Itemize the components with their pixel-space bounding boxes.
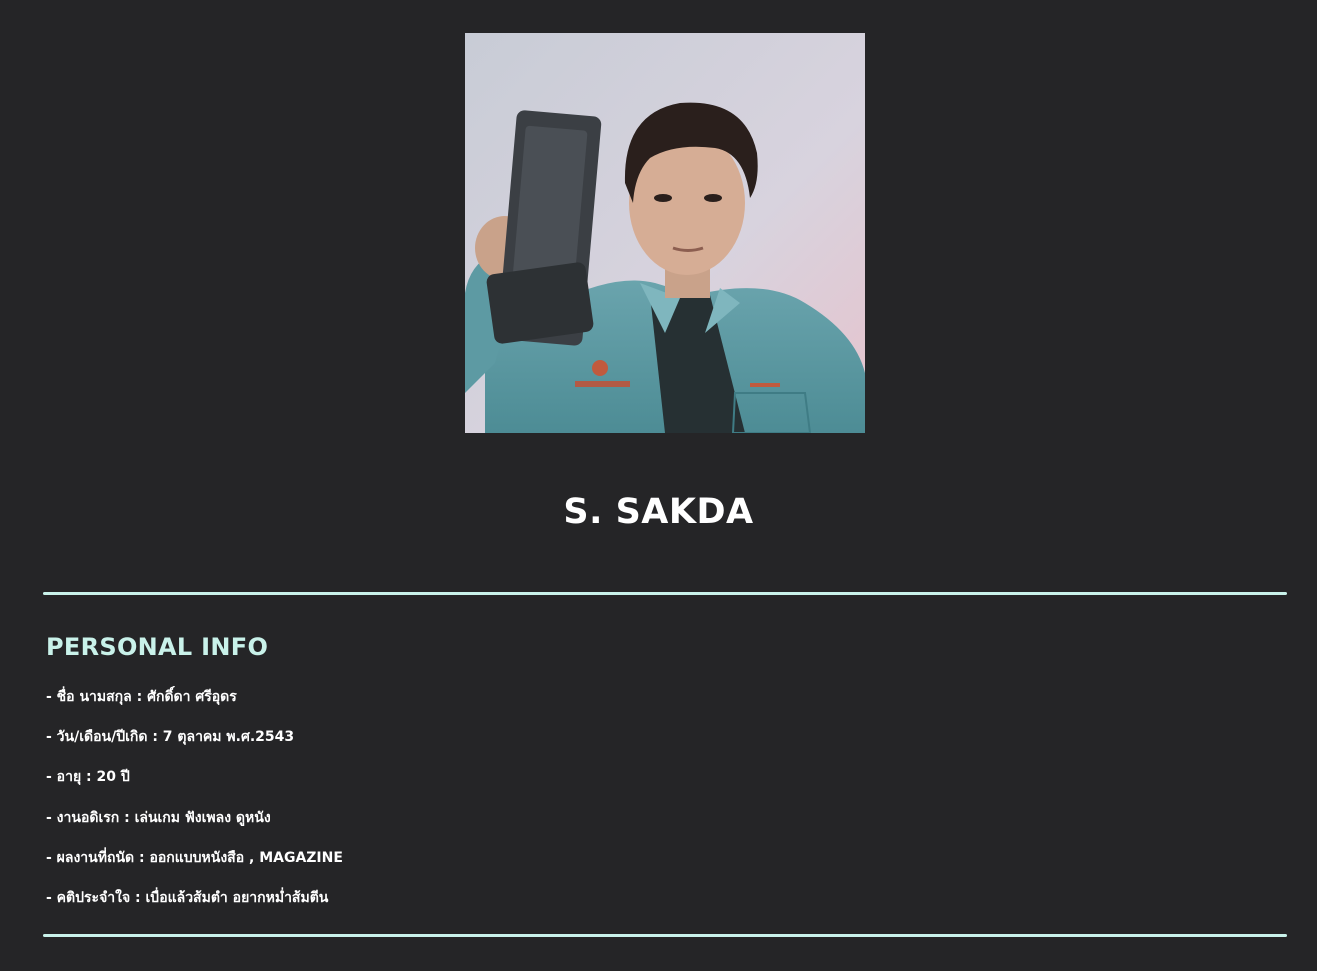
info-item-birthdate: - วัน/เดือน/ปีเกิด : 7 ตุลาคม พ.ศ.2543: [46, 729, 295, 746]
info-item-fullname: - ชื่อ นามสกุล : ศักดิ์ดา ศรีอุดร: [46, 689, 237, 705]
info-item-age: - อายุ : 20 ปี: [46, 769, 130, 786]
info-item-motto: - คติประจำใจ : เบื่อแล้วส้มตำ อยากหม่ำส้…: [46, 889, 329, 906]
profile-page: S. SAKDA PERSONAL INFO - ชื่อ นามสกุล : …: [0, 0, 1317, 971]
divider-top: [43, 592, 1287, 595]
divider-bottom: [43, 934, 1287, 937]
profile-photo: [465, 33, 865, 433]
info-item-expertise: - ผลงานที่ถนัด : ออกแบบหนังสือ , MAGAZIN…: [46, 849, 343, 866]
profile-photo-illustration: [465, 33, 865, 433]
personal-info-list: - ชื่อ นามสกุล : ศักดิ์ดา ศรีอุดร - วัน/…: [46, 686, 343, 927]
personal-info-heading: PERSONAL INFO: [46, 633, 269, 661]
profile-name: S. SAKDA: [563, 492, 754, 532]
info-item-hobbies: - งานอดิเรก : เล่นเกม ฟังเพลง ดูหนัง: [46, 809, 271, 826]
